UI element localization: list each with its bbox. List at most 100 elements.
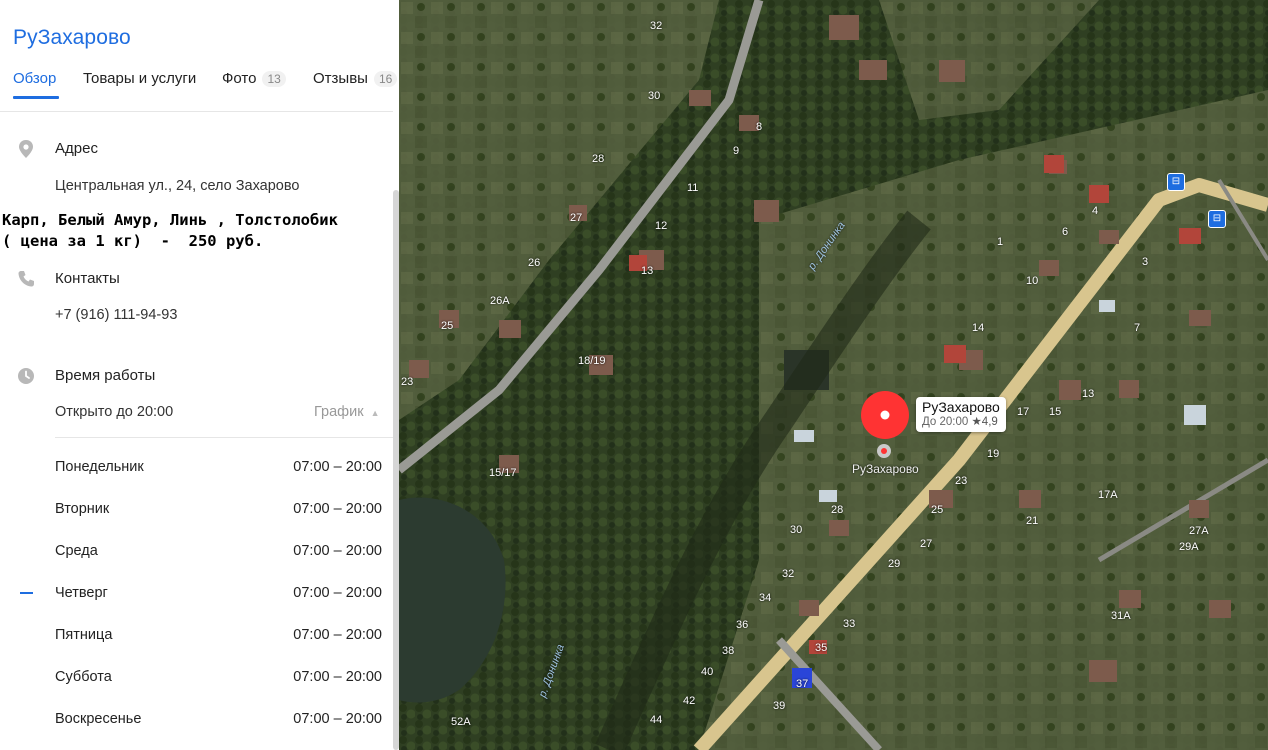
day-hours: 07:00 – 20:00 — [293, 459, 382, 475]
tab-reviews[interactable]: Отзывы 16 — [313, 70, 398, 87]
schedule-row: Среда 07:00 – 20:00 — [55, 543, 382, 559]
house-number: 26 — [528, 257, 541, 269]
day-hours: 07:00 – 20:00 — [293, 543, 382, 559]
house-number: 11 — [687, 182, 699, 194]
house-number: 27А — [1189, 525, 1209, 537]
house-number: 31А — [1111, 610, 1131, 622]
house-number: 30 — [648, 90, 661, 102]
house-number: 25 — [441, 320, 454, 332]
house-number: 44 — [650, 714, 663, 726]
house-number: 32 — [650, 20, 663, 32]
house-number: 17 — [1017, 406, 1030, 418]
house-number: 9 — [733, 145, 740, 157]
schedule-row: Понедельник 07:00 – 20:00 — [55, 459, 382, 475]
organization-panel: РуЗахарово Обзор Товары и услуги Фото 13 … — [0, 0, 399, 750]
house-number: 21 — [1026, 515, 1039, 527]
house-number: 23 — [401, 376, 414, 388]
house-number: 6 — [1062, 226, 1069, 238]
today-marker — [20, 592, 33, 594]
pin-anchor-icon — [877, 444, 891, 458]
promo-line-1: Карп, Белый Амур, Линь , Толстолобик — [2, 211, 338, 229]
pin-caption: РуЗахарово — [852, 462, 919, 476]
tab-photos-label: Фото — [222, 70, 257, 87]
address-label: Адрес — [55, 140, 98, 157]
page-title: РуЗахарово — [13, 26, 131, 49]
schedule-row: Вторник 07:00 – 20:00 — [55, 501, 382, 517]
map-view[interactable]: 32 30 28 27 26 26А 25 23 18/19 15/17 13 … — [399, 0, 1268, 750]
day-hours: 07:00 – 20:00 — [293, 501, 382, 517]
house-number: 29А — [1179, 541, 1199, 553]
bus-stop-icon[interactable]: ⊟ — [1208, 210, 1226, 228]
house-number: 23 — [955, 475, 968, 487]
house-number: 34 — [759, 592, 772, 604]
house-number: 14 — [972, 322, 985, 334]
hours-label: Время работы — [55, 367, 156, 384]
house-number: 15/17 — [489, 467, 517, 479]
open-status: Открыто до 20:00 — [55, 404, 174, 420]
house-number: 32 — [782, 568, 795, 580]
clock-icon — [18, 368, 34, 384]
house-number: 52А — [451, 716, 471, 728]
day-name: Воскресенье — [55, 711, 142, 727]
house-number: 15 — [1049, 406, 1062, 418]
place-name: РуЗахарово — [922, 399, 1000, 415]
house-number: 25 — [931, 504, 944, 516]
house-number: 29 — [888, 558, 901, 570]
divider — [55, 437, 393, 438]
day-hours: 07:00 – 20:00 — [293, 585, 382, 601]
satellite-map — [399, 0, 1268, 750]
divider — [0, 111, 393, 112]
chevron-up-icon: ▲ — [370, 408, 380, 418]
schedule-row-today: Четверг 07:00 – 20:00 — [55, 585, 382, 601]
day-name: Суббота — [55, 669, 112, 685]
tab-goods-services[interactable]: Товары и услуги — [83, 70, 196, 87]
house-number: 13 — [641, 265, 654, 277]
house-number: 8 — [756, 121, 763, 133]
active-tab-indicator — [13, 96, 59, 99]
tab-photos[interactable]: Фото 13 — [222, 70, 286, 87]
house-number: 13 — [1082, 388, 1095, 400]
day-name: Пятница — [55, 627, 113, 643]
tab-goods-services-label: Товары и услуги — [83, 70, 197, 87]
house-number: 38 — [722, 645, 735, 657]
house-number: 19 — [987, 448, 1000, 460]
promo-line-2: ( цена за 1 кг) - 250 руб. — [2, 232, 264, 250]
house-number: 28 — [592, 153, 605, 165]
place-subline: До 20:00 ★4,9 — [922, 416, 1000, 429]
house-number: 37 — [796, 678, 809, 690]
photos-count-badge: 13 — [262, 71, 286, 87]
house-number: 39 — [773, 700, 786, 712]
day-hours: 07:00 – 20:00 — [293, 669, 382, 685]
day-name: Четверг — [55, 585, 108, 601]
location-pin-icon[interactable] — [859, 389, 911, 441]
place-tooltip[interactable]: РуЗахарово До 20:00 ★4,9 — [916, 397, 1006, 432]
promo-text: Карп, Белый Амур, Линь , Толстолобик ( ц… — [2, 210, 397, 254]
house-number: 26А — [490, 295, 510, 307]
schedule-toggle[interactable]: График ▲ — [314, 404, 380, 420]
schedule-row: Воскресенье 07:00 – 20:00 — [55, 711, 382, 727]
schedule-row: Пятница 07:00 – 20:00 — [55, 627, 382, 643]
house-number: 42 — [683, 695, 696, 707]
house-number: 35 — [815, 642, 828, 654]
day-name: Понедельник — [55, 459, 144, 475]
tab-overview[interactable]: Обзор — [13, 70, 56, 87]
day-hours: 07:00 – 20:00 — [293, 711, 382, 727]
reviews-count-badge: 16 — [373, 71, 398, 87]
house-number: 17А — [1098, 489, 1118, 501]
house-number: 28 — [831, 504, 844, 516]
house-number: 7 — [1134, 322, 1141, 334]
house-number: 30 — [790, 524, 803, 536]
tabs-bar: Обзор Товары и услуги Фото 13 Отзывы 16 — [13, 70, 399, 102]
house-number: 27 — [570, 212, 583, 224]
phone-icon — [18, 271, 34, 287]
day-hours: 07:00 – 20:00 — [293, 627, 382, 643]
schedule-row: Суббота 07:00 – 20:00 — [55, 669, 382, 685]
house-number: 36 — [736, 619, 749, 631]
bus-stop-icon[interactable]: ⊟ — [1167, 173, 1185, 191]
tab-reviews-label: Отзывы — [313, 70, 368, 87]
phone-number[interactable]: +7 (916) 111-94-93 — [55, 307, 177, 323]
schedule-toggle-label: График — [314, 404, 364, 420]
address-value[interactable]: Центральная ул., 24, село Захарово — [55, 178, 299, 194]
house-number: 1 — [997, 236, 1004, 248]
tab-overview-label: Обзор — [13, 70, 57, 87]
